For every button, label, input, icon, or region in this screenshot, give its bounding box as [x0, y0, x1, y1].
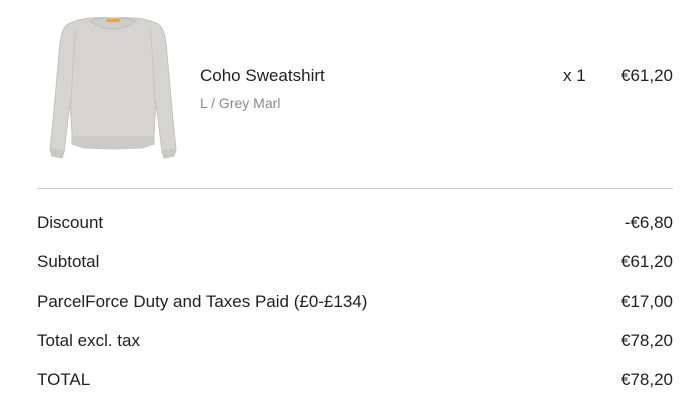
discount-label: Discount	[37, 213, 104, 232]
total-excl-tax-label: Total excl. tax	[37, 330, 140, 350]
divider	[37, 188, 673, 189]
subtotal-value: €61,20	[621, 252, 673, 272]
product-quantity: x 1	[563, 66, 586, 85]
total-excl-tax-row: Total excl. tax €78,20	[37, 322, 673, 361]
cart-line-item: Coho Sweatshirt L / Grey Marl x 1 €61,20	[0, 0, 690, 180]
discount-row: Discount -€6,80	[37, 204, 673, 243]
shipping-label: ParcelForce Duty and Taxes Paid (£0-£134…	[37, 291, 368, 311]
total-value: €78,20	[621, 370, 673, 389]
discount-value: -€6,80	[624, 213, 673, 232]
subtotal-row: Subtotal €61,20	[37, 243, 673, 282]
shipping-row: ParcelForce Duty and Taxes Paid (£0-£134…	[37, 283, 673, 322]
total-excl-tax-value: €78,20	[621, 330, 673, 350]
total-row: TOTAL €78,20	[37, 361, 673, 400]
product-image	[46, 14, 180, 164]
product-name: Coho Sweatshirt	[200, 66, 325, 85]
sweatshirt-icon	[49, 17, 177, 159]
subtotal-label: Subtotal	[37, 252, 100, 272]
total-label: TOTAL	[37, 370, 91, 389]
product-variant: L / Grey Marl	[200, 95, 281, 111]
product-price: €61,20	[621, 66, 673, 85]
shipping-value: €17,00	[621, 291, 673, 311]
order-summary: Discount -€6,80 Subtotal €61,20 ParcelFo…	[37, 204, 673, 400]
